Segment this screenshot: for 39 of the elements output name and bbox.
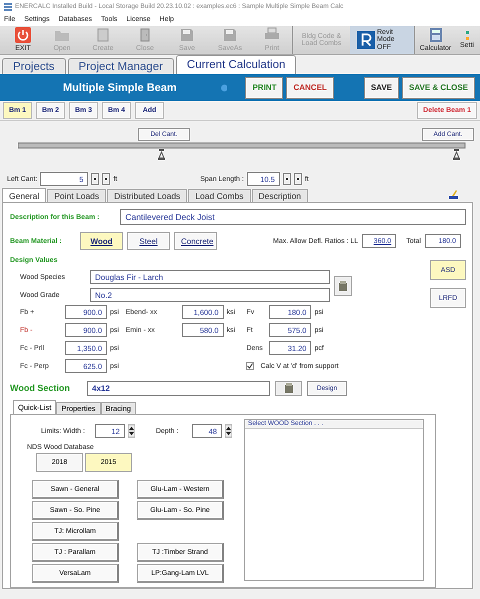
saveclose-button[interactable]: SAVE & CLOSE <box>402 76 475 99</box>
cancel-button[interactable]: CANCEL <box>286 76 334 99</box>
description-field[interactable]: Cantilevered Deck Joist <box>120 209 466 226</box>
main-tab[interactable]: Current Calculation <box>176 55 296 74</box>
section-tab[interactable]: General <box>2 188 46 202</box>
material-button[interactable]: Wood <box>80 232 123 250</box>
settings-icon <box>466 30 468 40</box>
save-button[interactable]: SAVE <box>364 76 400 99</box>
database-button[interactable] <box>275 380 302 396</box>
database-icon <box>284 383 294 394</box>
material-button[interactable]: Steel <box>127 232 170 250</box>
edit-icon[interactable] <box>449 190 458 200</box>
database-button[interactable] <box>334 276 352 296</box>
check-icon <box>247 363 254 370</box>
decrement-button[interactable] <box>91 173 100 186</box>
section-tab[interactable]: Description <box>252 189 308 202</box>
app-icon <box>4 2 12 11</box>
decrement-button[interactable] <box>282 173 291 186</box>
section-tab[interactable]: Load Combs <box>188 189 251 202</box>
increment-button[interactable] <box>294 173 302 186</box>
checkbox[interactable] <box>246 362 254 370</box>
spinner-icon[interactable] <box>128 424 135 438</box>
main-tab[interactable]: Project Manager <box>68 58 174 74</box>
main-tab[interactable]: Projects <box>2 58 66 74</box>
section-field[interactable]: 4x12 <box>87 380 270 396</box>
database-icon <box>338 281 348 292</box>
calculation-title: Multiple Simple Beam <box>63 82 178 94</box>
material-button[interactable]: Concrete <box>174 232 217 250</box>
document-icon <box>95 27 111 44</box>
calculator-icon <box>428 27 444 44</box>
grade-field[interactable]: No.2 <box>90 288 330 302</box>
print-button[interactable]: PRINT <box>245 76 284 99</box>
section-tab[interactable]: Distributed Loads <box>107 189 188 202</box>
spinner-icon[interactable] <box>224 424 232 438</box>
species-field[interactable]: Douglas Fir - Larch <box>90 270 330 284</box>
revit-icon <box>357 31 375 50</box>
increment-button[interactable] <box>102 173 110 186</box>
section-tab[interactable]: Point Loads <box>47 189 106 202</box>
wood-section-label: Wood Section <box>10 383 71 394</box>
